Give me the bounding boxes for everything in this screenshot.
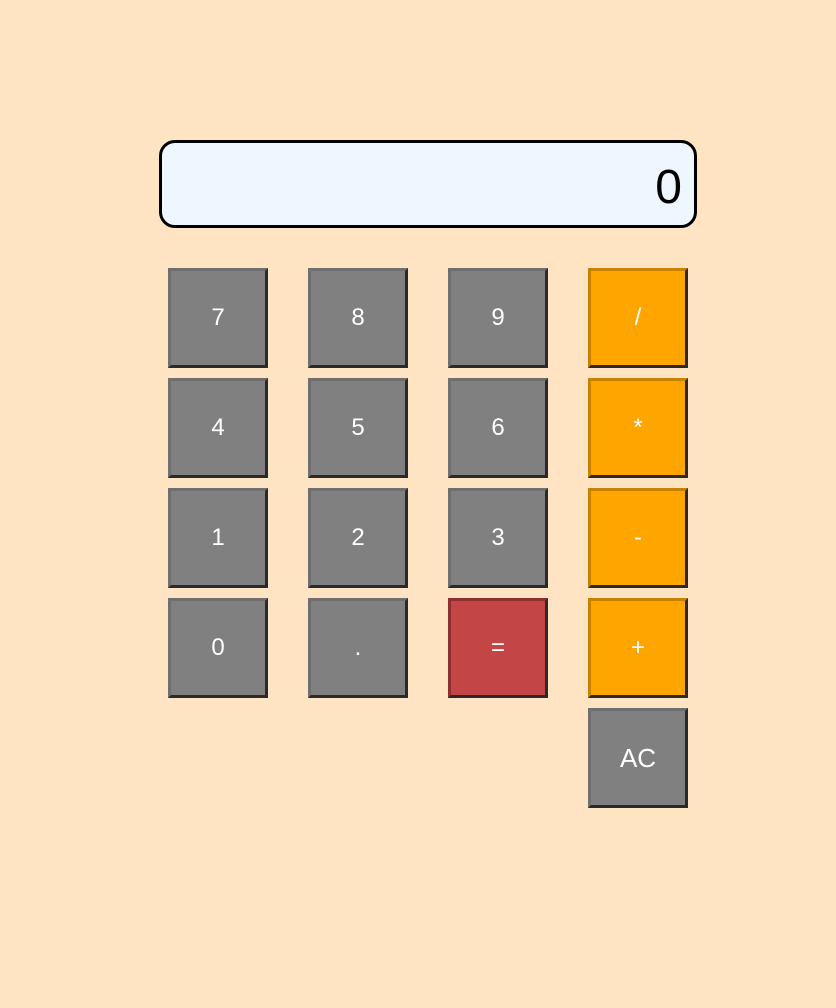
key-2-button[interactable]: 2 (308, 488, 408, 588)
multiply-button[interactable]: * (588, 378, 688, 478)
calculator-display: 0 (159, 140, 697, 228)
key-3-button[interactable]: 3 (448, 488, 548, 588)
key-6-button[interactable]: 6 (448, 378, 548, 478)
all-clear-button[interactable]: AC (588, 708, 688, 808)
key-5-button[interactable]: 5 (308, 378, 408, 478)
key-1-button[interactable]: 1 (168, 488, 268, 588)
key-7-button[interactable]: 7 (168, 268, 268, 368)
display-value: 0 (655, 161, 682, 214)
subtract-button[interactable]: - (588, 488, 688, 588)
key-9-button[interactable]: 9 (448, 268, 548, 368)
key-8-button[interactable]: 8 (308, 268, 408, 368)
add-button[interactable]: + (588, 598, 688, 698)
key-4-button[interactable]: 4 (168, 378, 268, 478)
key-0-button[interactable]: 0 (168, 598, 268, 698)
equals-button[interactable]: = (448, 598, 548, 698)
decimal-button[interactable]: . (308, 598, 408, 698)
divide-button[interactable]: / (588, 268, 688, 368)
